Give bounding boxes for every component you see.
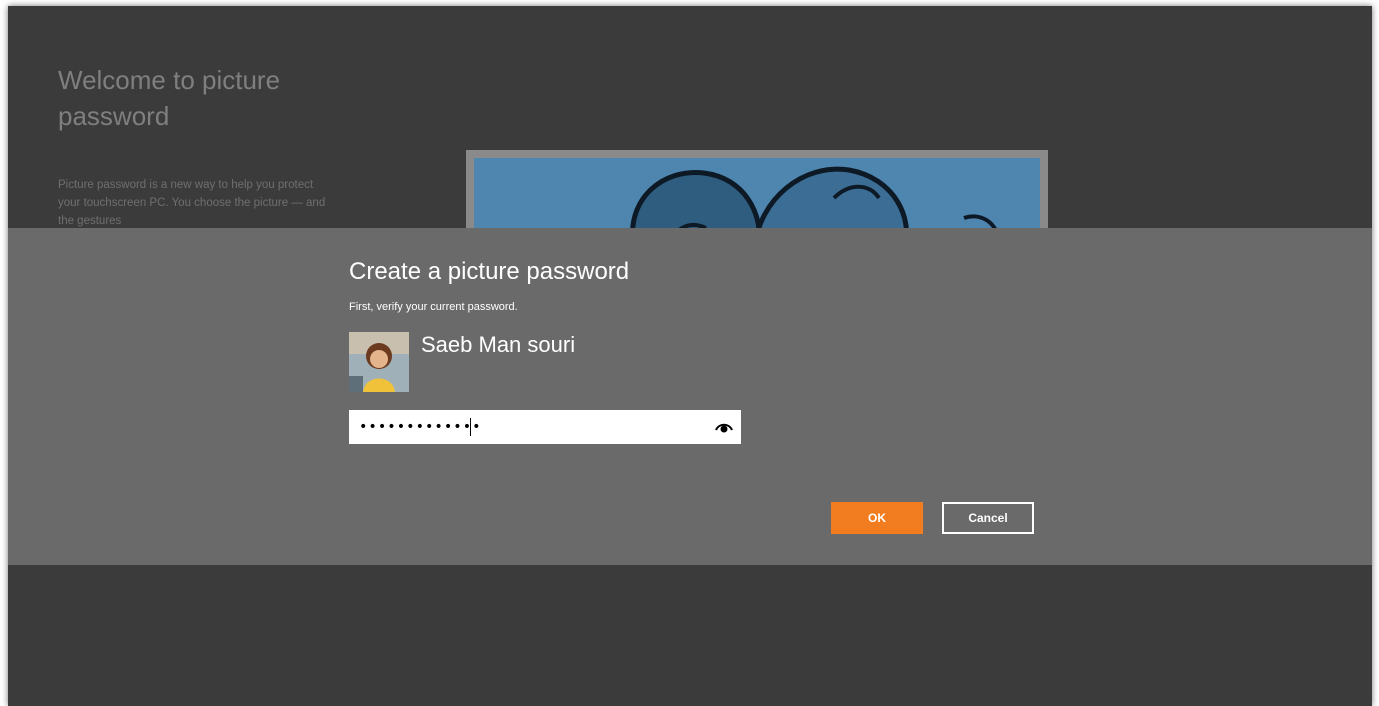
- window: Welcome to picture password Picture pass…: [8, 6, 1372, 706]
- password-input[interactable]: [349, 410, 741, 444]
- dialog-title: Create a picture password: [349, 258, 630, 285]
- user-photo-image: [349, 332, 409, 392]
- ok-button[interactable]: OK: [831, 502, 923, 534]
- dialog-overlay: Create a picture password First, verify …: [8, 228, 1372, 565]
- text-caret: [470, 418, 471, 436]
- eye-icon[interactable]: [713, 419, 735, 435]
- page-title: Welcome to picture password: [58, 65, 281, 131]
- cancel-button[interactable]: Cancel: [942, 502, 1034, 534]
- dialog-subtitle: First, verify your current password.: [349, 301, 518, 313]
- avatar: [349, 332, 409, 392]
- intro-text: Picture password is a new way to help yo…: [58, 179, 326, 227]
- user-name: Saeb Man souri: [421, 332, 576, 357]
